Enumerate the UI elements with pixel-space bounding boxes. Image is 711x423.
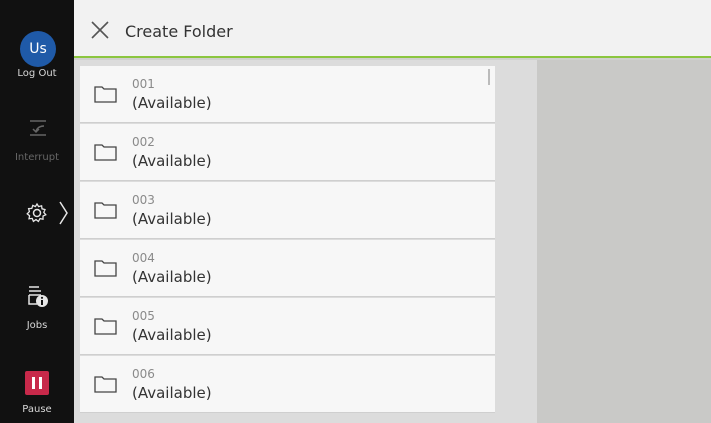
pause-icon-bar-left [32, 377, 35, 389]
folder-row-002[interactable]: 002 (Available) [80, 124, 495, 181]
folder-number: 003 [132, 193, 155, 207]
folder-row-006[interactable]: 006 (Available) [80, 356, 495, 413]
folder-row-004[interactable]: 004 (Available) [80, 240, 495, 297]
folder-row-005[interactable]: 005 (Available) [80, 298, 495, 355]
page-title: Create Folder [125, 22, 233, 41]
jobs-icon[interactable] [27, 284, 49, 308]
folder-icon [94, 318, 117, 335]
interrupt-icon [30, 120, 46, 136]
right-pane [537, 60, 711, 423]
pause-label[interactable]: Pause [0, 404, 74, 415]
close-icon[interactable] [91, 21, 109, 39]
left-rail: Us Log Out Interrupt Jobs Pause [0, 0, 74, 423]
folder-row-003[interactable]: 003 (Available) [80, 182, 495, 239]
folder-status: (Available) [132, 152, 212, 170]
folder-status: (Available) [132, 268, 212, 286]
header-bar: Create Folder [74, 0, 711, 58]
folder-icon [94, 202, 117, 219]
folder-list: 001 (Available) 002 (Available) 003 (Ava… [80, 66, 495, 414]
list-scrollbar[interactable] [488, 69, 490, 85]
user-avatar[interactable]: Us [20, 31, 56, 67]
pause-icon-bar-right [39, 377, 42, 389]
folder-status: (Available) [132, 326, 212, 344]
folder-status: (Available) [132, 210, 212, 228]
folder-status: (Available) [132, 94, 212, 112]
folder-icon [94, 86, 117, 103]
folder-number: 005 [132, 309, 155, 323]
folder-row-001[interactable]: 001 (Available) [80, 66, 495, 123]
folder-icon [94, 376, 117, 393]
folder-icon [94, 260, 117, 277]
jobs-label[interactable]: Jobs [0, 320, 74, 331]
chevron-right-icon[interactable] [57, 200, 69, 226]
gear-icon[interactable] [26, 202, 48, 224]
folder-status: (Available) [132, 384, 212, 402]
folder-number: 001 [132, 77, 155, 91]
folder-list-area: 001 (Available) 002 (Available) 003 (Ava… [74, 60, 537, 423]
folder-icon [94, 144, 117, 161]
pause-button[interactable] [25, 371, 49, 395]
folder-number: 002 [132, 135, 155, 149]
interrupt-label[interactable]: Interrupt [0, 152, 74, 163]
folder-number: 006 [132, 367, 155, 381]
folder-number: 004 [132, 251, 155, 265]
logout-label[interactable]: Log Out [0, 68, 74, 79]
